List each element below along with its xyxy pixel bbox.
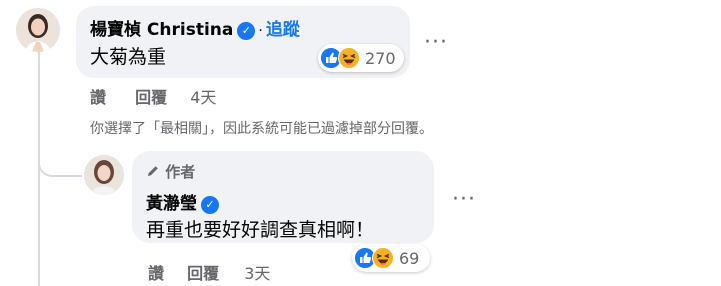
filter-notice: 你選擇了「最相關」，因此系統可能已過濾掉部分回覆。 — [90, 121, 433, 137]
comment-timestamp[interactable]: 4天 — [190, 88, 216, 107]
reply-text: 再重也要好好調查真相啊！ — [146, 219, 375, 241]
commenter-name[interactable]: 楊寶楨 Christina — [90, 20, 233, 40]
commenter-avatar[interactable] — [16, 8, 60, 52]
author-badge-label: 作者 — [165, 163, 196, 181]
comment-header: 楊寶楨 Christina ✓ · 追蹤 — [90, 15, 300, 40]
like-button[interactable]: 讚 — [90, 88, 106, 107]
laughing-face-icon — [372, 247, 394, 269]
comment-actions: 讚 回覆 4天 — [90, 84, 216, 108]
reply-header: 黃瀞瑩 ✓ — [146, 189, 219, 214]
reply-reactions[interactable]: 69 — [352, 244, 430, 272]
thread-connector-curve — [38, 155, 82, 177]
more-options-icon[interactable]: ··· — [424, 32, 448, 54]
laughing-face-icon — [338, 47, 360, 69]
pencil-icon — [148, 166, 158, 176]
reply-reaction-count: 69 — [399, 248, 420, 268]
follow-button[interactable]: 追蹤 — [266, 20, 300, 40]
replier-avatar[interactable] — [84, 155, 124, 195]
verified-check-icon: ✓ — [237, 22, 256, 40]
replier-name[interactable]: 黃瀞瑩 — [146, 194, 197, 214]
reply-button[interactable]: 回覆 — [187, 264, 219, 283]
like-button[interactable]: 讚 — [148, 264, 164, 283]
comment-reaction-count: 270 — [365, 48, 396, 68]
author-badge: 作者 — [146, 161, 195, 182]
separator-dot: · — [258, 23, 263, 39]
reply-timestamp[interactable]: 3天 — [244, 264, 270, 283]
verified-check-icon: ✓ — [201, 196, 219, 214]
reply-button[interactable]: 回覆 — [135, 88, 167, 107]
reply-actions: 讚 回覆 3天 — [148, 260, 270, 284]
reply-bubble: 作者 黃瀞瑩 ✓ 再重也要好好調查真相啊！ — [132, 151, 434, 243]
comment-reactions[interactable]: 270 — [318, 44, 404, 72]
comment-text: 大菊為重 — [90, 46, 167, 68]
more-options-icon[interactable]: ··· — [452, 189, 476, 211]
